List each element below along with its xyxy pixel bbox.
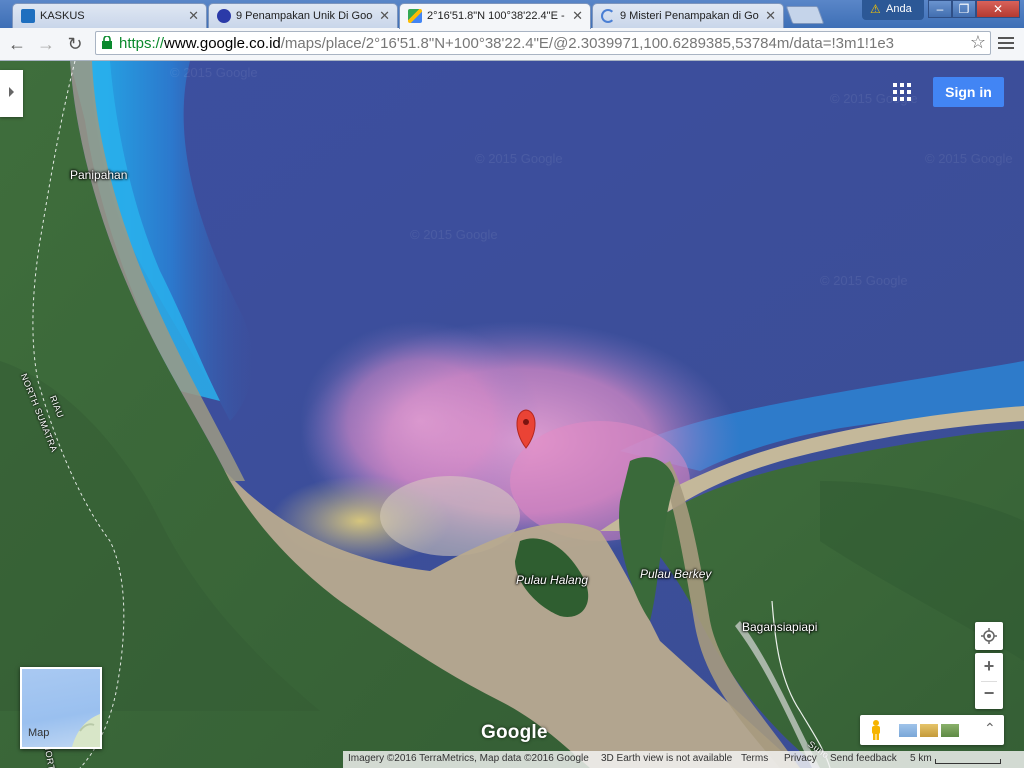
scale-bar <box>935 759 1001 764</box>
back-button[interactable]: ← <box>5 32 29 56</box>
minimize-button[interactable]: – <box>928 0 952 18</box>
sign-in-button[interactable]: Sign in <box>933 77 1004 107</box>
layers-bar: ⌃ <box>860 715 1004 745</box>
tab-kaskus[interactable]: KASKUS ✕ <box>12 3 207 28</box>
place-label-pulau-halang[interactable]: Pulau Halang <box>516 573 588 587</box>
close-icon[interactable]: ✕ <box>188 8 199 24</box>
place-label-pulau-berkey[interactable]: Pulau Berkey <box>640 567 711 581</box>
url-text: https://www.google.co.id/maps/place/2°16… <box>119 35 949 52</box>
chevron-right-icon <box>9 87 14 97</box>
scale-label[interactable]: 5 km <box>910 753 932 764</box>
tab-penampakan[interactable]: 9 Penampakan Unik Di Google ✕ <box>208 3 398 28</box>
map-watermark: © 2015 Google <box>475 151 563 166</box>
bookmark-star-icon[interactable]: ☆ <box>970 32 986 53</box>
zoom-control: + − <box>975 653 1003 709</box>
restore-icon: ❐ <box>958 2 970 16</box>
google-maps-icon <box>408 9 422 23</box>
close-window-button[interactable]: ✕ <box>976 0 1020 18</box>
minimize-icon: – <box>936 2 944 16</box>
globe-icon <box>217 9 231 23</box>
tab-label: 2°16'51.8"N 100°38'22.4"E - <box>427 10 565 22</box>
loading-icon <box>601 9 615 23</box>
address-bar[interactable]: https://www.google.co.id/maps/place/2°16… <box>95 31 991 55</box>
google-logo: Google <box>481 722 548 743</box>
expand-icon[interactable]: ⌃ <box>984 720 996 737</box>
reload-icon: ↻ <box>67 34 83 54</box>
map-watermark: © 2015 Google <box>170 65 258 80</box>
url-path: /maps/place/2°16'51.8"N+100°38'22.4"E/@2… <box>280 35 895 52</box>
map-watermark: © 2015 Google <box>410 227 498 242</box>
imagery-credit: Imagery ©2016 TerraMetrics, Map data ©20… <box>348 753 589 764</box>
google-apps-button[interactable] <box>893 83 913 103</box>
tab-label: 9 Penampakan Unik Di Google <box>236 10 373 22</box>
tab-label: KASKUS <box>40 10 85 22</box>
url-scheme: https:// <box>119 35 165 52</box>
close-icon[interactable]: ✕ <box>572 8 583 24</box>
tab-google-maps[interactable]: 2°16'51.8"N 100°38'22.4"E - ✕ <box>399 3 591 29</box>
imagery-thumbnail-sea[interactable] <box>899 724 917 737</box>
zoom-out-button[interactable]: − <box>975 683 1003 704</box>
url-host: www.google.co.id <box>164 35 281 52</box>
new-tab-button[interactable] <box>785 6 825 24</box>
lock-icon <box>102 36 112 49</box>
forward-button[interactable]: → <box>34 32 58 56</box>
profile-name: Anda <box>886 3 912 15</box>
satellite-imagery <box>0 61 1024 768</box>
chrome-menu-button[interactable] <box>996 34 1016 54</box>
back-arrow-icon: ← <box>8 34 26 54</box>
terms-link[interactable]: Terms <box>741 753 768 764</box>
map-view-toggle[interactable]: Map <box>20 667 102 749</box>
map-watermark: © 2015 Google <box>925 151 1013 166</box>
minimap-label: Map <box>28 727 50 739</box>
earth-notice: 3D Earth view is not available <box>601 753 733 764</box>
zoom-divider <box>981 681 997 682</box>
pegman-icon[interactable] <box>869 720 883 740</box>
map-watermark: © 2015 Google <box>820 273 908 288</box>
profile-button[interactable]: ⚠ Anda <box>862 0 924 20</box>
tab-misteri[interactable]: 9 Misteri Penampakan di Goo ✕ <box>592 3 784 28</box>
side-panel-toggle[interactable] <box>0 70 23 117</box>
place-label-bagansiapiapi[interactable]: Bagansiapiapi <box>742 620 817 634</box>
forward-arrow-icon: → <box>37 34 55 54</box>
browser-toolbar: ← → ↻ https://www.google.co.id/maps/plac… <box>0 28 1024 61</box>
satellite-map[interactable]: © 2015 Google © 2015 Google © 2015 Googl… <box>0 61 1024 768</box>
tab-strip: KASKUS ✕ 9 Penampakan Unik Di Google ✕ 2… <box>0 0 1024 29</box>
imagery-thumbnail-desert[interactable] <box>920 724 938 737</box>
feedback-link[interactable]: Send feedback <box>830 753 897 764</box>
privacy-link[interactable]: Privacy <box>784 753 817 764</box>
close-icon[interactable]: ✕ <box>765 8 776 24</box>
close-icon[interactable]: ✕ <box>379 8 390 24</box>
imagery-thumbnail-terrain[interactable] <box>941 724 959 737</box>
attribution-bar: Imagery ©2016 TerraMetrics, Map data ©20… <box>343 751 1024 768</box>
zoom-in-button[interactable]: + <box>975 656 1003 677</box>
crosshair-icon <box>981 628 997 644</box>
place-label-panipahan[interactable]: Panipahan <box>70 168 127 182</box>
my-location-button[interactable] <box>975 622 1003 650</box>
reload-button[interactable]: ↻ <box>63 32 87 56</box>
restore-button[interactable]: ❐ <box>952 0 976 18</box>
warning-icon: ⚠ <box>870 2 881 16</box>
kaskus-icon <box>21 9 35 23</box>
close-icon: ✕ <box>992 2 1004 16</box>
tab-label: 9 Misteri Penampakan di Goo <box>620 10 759 22</box>
